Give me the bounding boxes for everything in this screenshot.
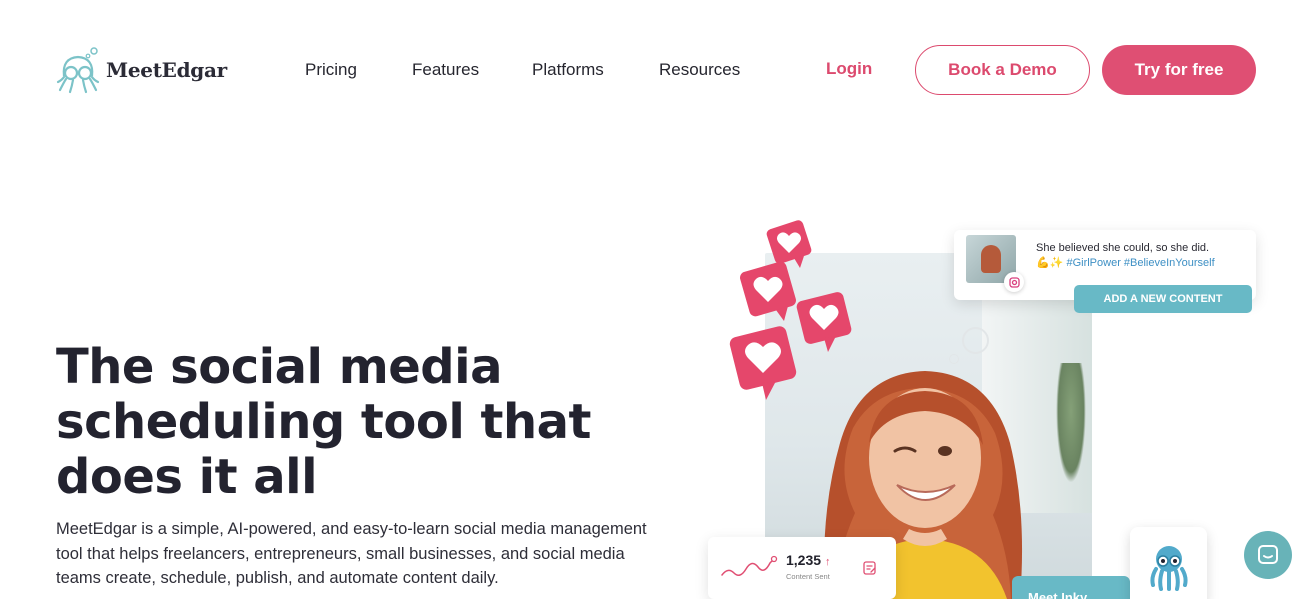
edit-icon — [863, 561, 876, 575]
add-new-content-button[interactable]: ADD A NEW CONTENT — [1074, 285, 1252, 313]
chat-icon — [1258, 545, 1278, 564]
stats-card — [708, 537, 896, 599]
brand-name: MeetEdgar — [106, 58, 227, 82]
content-sent-label: Content Sent — [786, 572, 830, 581]
heart-reaction-icon — [740, 261, 796, 321]
bubble-decoration — [949, 354, 959, 364]
nav-item-features[interactable]: Features — [412, 60, 479, 80]
post-caption: She believed she could, so she did. — [1036, 242, 1210, 254]
instagram-icon — [1004, 272, 1024, 292]
nav-item-pricing[interactable]: Pricing — [305, 60, 357, 80]
hero-description: MeetEdgar is a simple, AI-powered, and e… — [56, 520, 647, 587]
nav-item-platforms[interactable]: Platforms — [532, 60, 604, 80]
try-free-button[interactable]: Try for free — [1102, 45, 1256, 95]
content-sent-value: 1,235 ↑ — [786, 552, 830, 568]
content-sent-number: 1,235 — [786, 552, 822, 568]
sparkline-icon — [721, 555, 778, 576]
hero-title: The social media scheduling tool that do… — [56, 339, 591, 505]
post-hashtags: 💪✨ #GirlPower #BelieveInYourself — [1036, 257, 1215, 269]
logo[interactable]: MeetEdgar — [56, 46, 227, 94]
bubble-decoration — [962, 327, 989, 354]
octopus-mascot-icon — [1149, 546, 1188, 591]
login-link[interactable]: Login — [826, 59, 872, 79]
nav-item-resources[interactable]: Resources — [659, 60, 740, 80]
chat-widget-button[interactable] — [1244, 531, 1292, 579]
inky-card[interactable] — [1130, 527, 1207, 599]
meet-inky-tab[interactable]: Meet Inky — [1012, 576, 1130, 599]
up-arrow-icon: ↑ — [824, 556, 831, 568]
book-demo-button[interactable]: Book a Demo — [915, 45, 1090, 95]
octopus-logo-icon — [56, 47, 100, 94]
heart-reaction-icon — [729, 326, 797, 400]
